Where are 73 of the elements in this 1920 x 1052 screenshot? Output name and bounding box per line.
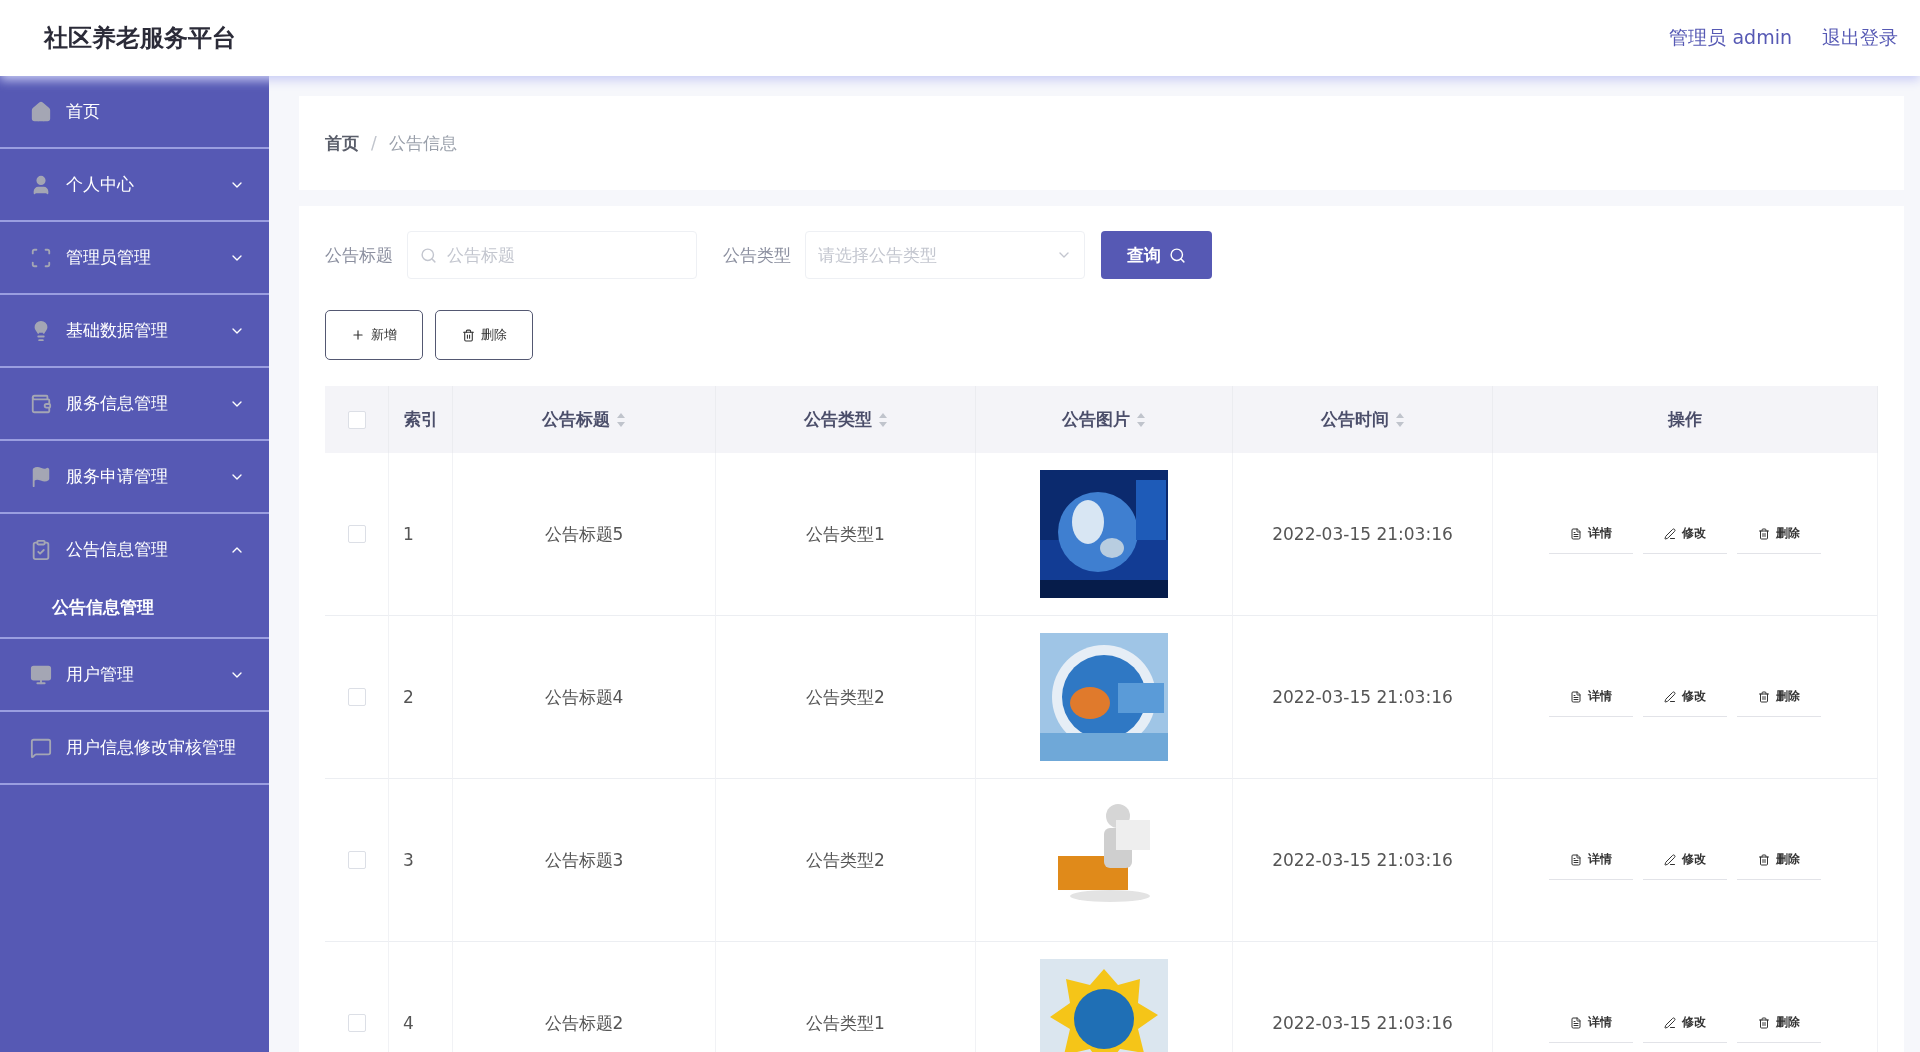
- table-cell: 公告标题2: [453, 942, 716, 1052]
- trash-icon: [461, 328, 475, 342]
- frame-icon: [30, 246, 52, 269]
- document-icon: [1570, 527, 1582, 540]
- table-cell: 2022-03-15 21:03:16: [1233, 616, 1493, 779]
- table-cell: 4: [389, 942, 453, 1052]
- sort-icon: [1394, 411, 1405, 428]
- sidebar-item[interactable]: 基础数据管理: [0, 295, 269, 366]
- table-cell: 3: [389, 779, 453, 942]
- column-header[interactable]: 公告类型: [716, 386, 976, 453]
- pen-icon: [1664, 1016, 1676, 1029]
- table-cell: 公告类型1: [716, 453, 976, 616]
- column-header[interactable]: 公告时间: [1233, 386, 1493, 453]
- user-link[interactable]: 管理员 admin: [1669, 25, 1792, 51]
- clipboard-icon: [30, 538, 52, 561]
- query-button[interactable]: 查询: [1101, 231, 1212, 279]
- pen-icon: [1664, 690, 1676, 703]
- monitor-icon: [30, 663, 52, 686]
- table-cell: 公告标题3: [453, 779, 716, 942]
- trash-icon: [1758, 527, 1770, 540]
- plus-icon: [351, 328, 365, 342]
- sidebar-item[interactable]: 服务申请管理: [0, 441, 269, 512]
- sort-icon: [877, 411, 888, 428]
- sidebar-item[interactable]: 用户信息修改审核管理: [0, 712, 269, 783]
- home-icon: [30, 100, 52, 123]
- column-header[interactable]: 操作: [1493, 386, 1878, 453]
- sidebar-item[interactable]: 个人中心: [0, 149, 269, 220]
- sidebar-item[interactable]: 首页: [0, 76, 269, 147]
- pen-icon: [1664, 527, 1676, 540]
- wallet-icon: [30, 392, 52, 415]
- document-icon: [1570, 853, 1582, 866]
- document-icon: [1570, 690, 1582, 703]
- sort-icon: [616, 411, 626, 428]
- table-cell: 公告标题4: [453, 616, 716, 779]
- row-checkbox[interactable]: [347, 851, 366, 869]
- breadcrumb-item[interactable]: 首页: [325, 131, 359, 155]
- chat-icon: [30, 736, 52, 759]
- trash-icon: [1758, 1016, 1770, 1029]
- sidebar-item[interactable]: 服务信息管理: [0, 368, 269, 439]
- pen-icon: [1664, 853, 1676, 866]
- field-label: 公告类型: [723, 243, 791, 267]
- table-cell: 公告标题5: [453, 453, 716, 616]
- table-cell: 2022-03-15 21:03:16: [1233, 779, 1493, 942]
- flag-icon: [30, 465, 52, 488]
- logout-link[interactable]: 退出登录: [1822, 25, 1898, 51]
- row-checkbox[interactable]: [347, 1014, 366, 1032]
- app-title: 社区养老服务平台: [44, 23, 237, 54]
- column-header[interactable]: 公告标题: [453, 386, 716, 453]
- delete-button[interactable]: 删除: [435, 310, 533, 360]
- sort-icon: [1136, 411, 1146, 428]
- table-cell: 公告类型1: [716, 942, 976, 1052]
- sidebar-item[interactable]: 用户管理: [0, 639, 269, 710]
- select-all-checkbox[interactable]: [347, 410, 366, 429]
- add-button[interactable]: 新增: [325, 310, 423, 360]
- row-checkbox[interactable]: [347, 525, 366, 543]
- field-label: 公告标题: [325, 243, 393, 267]
- search-field[interactable]: 公告标题: [407, 231, 697, 279]
- sidebar-item[interactable]: 管理员管理: [0, 222, 269, 293]
- search-icon: [1169, 246, 1186, 264]
- table-cell: 2022-03-15 21:03:16: [1233, 453, 1493, 616]
- table-cell: 公告类型2: [716, 616, 976, 779]
- trash-icon: [1758, 690, 1770, 703]
- document-icon: [1570, 1016, 1582, 1029]
- table-cell: 1: [389, 453, 453, 616]
- search-icon: [420, 246, 437, 264]
- table-cell: 公告类型2: [716, 779, 976, 942]
- column-header[interactable]: 公告图片: [976, 386, 1233, 453]
- column-header[interactable]: 索引: [389, 386, 453, 453]
- breadcrumb-separator: /: [371, 133, 377, 153]
- row-checkbox[interactable]: [347, 688, 366, 706]
- table-cell: 2022-03-15 21:03:16: [1233, 942, 1493, 1052]
- table-cell: 2: [389, 616, 453, 779]
- trash-icon: [1758, 853, 1770, 866]
